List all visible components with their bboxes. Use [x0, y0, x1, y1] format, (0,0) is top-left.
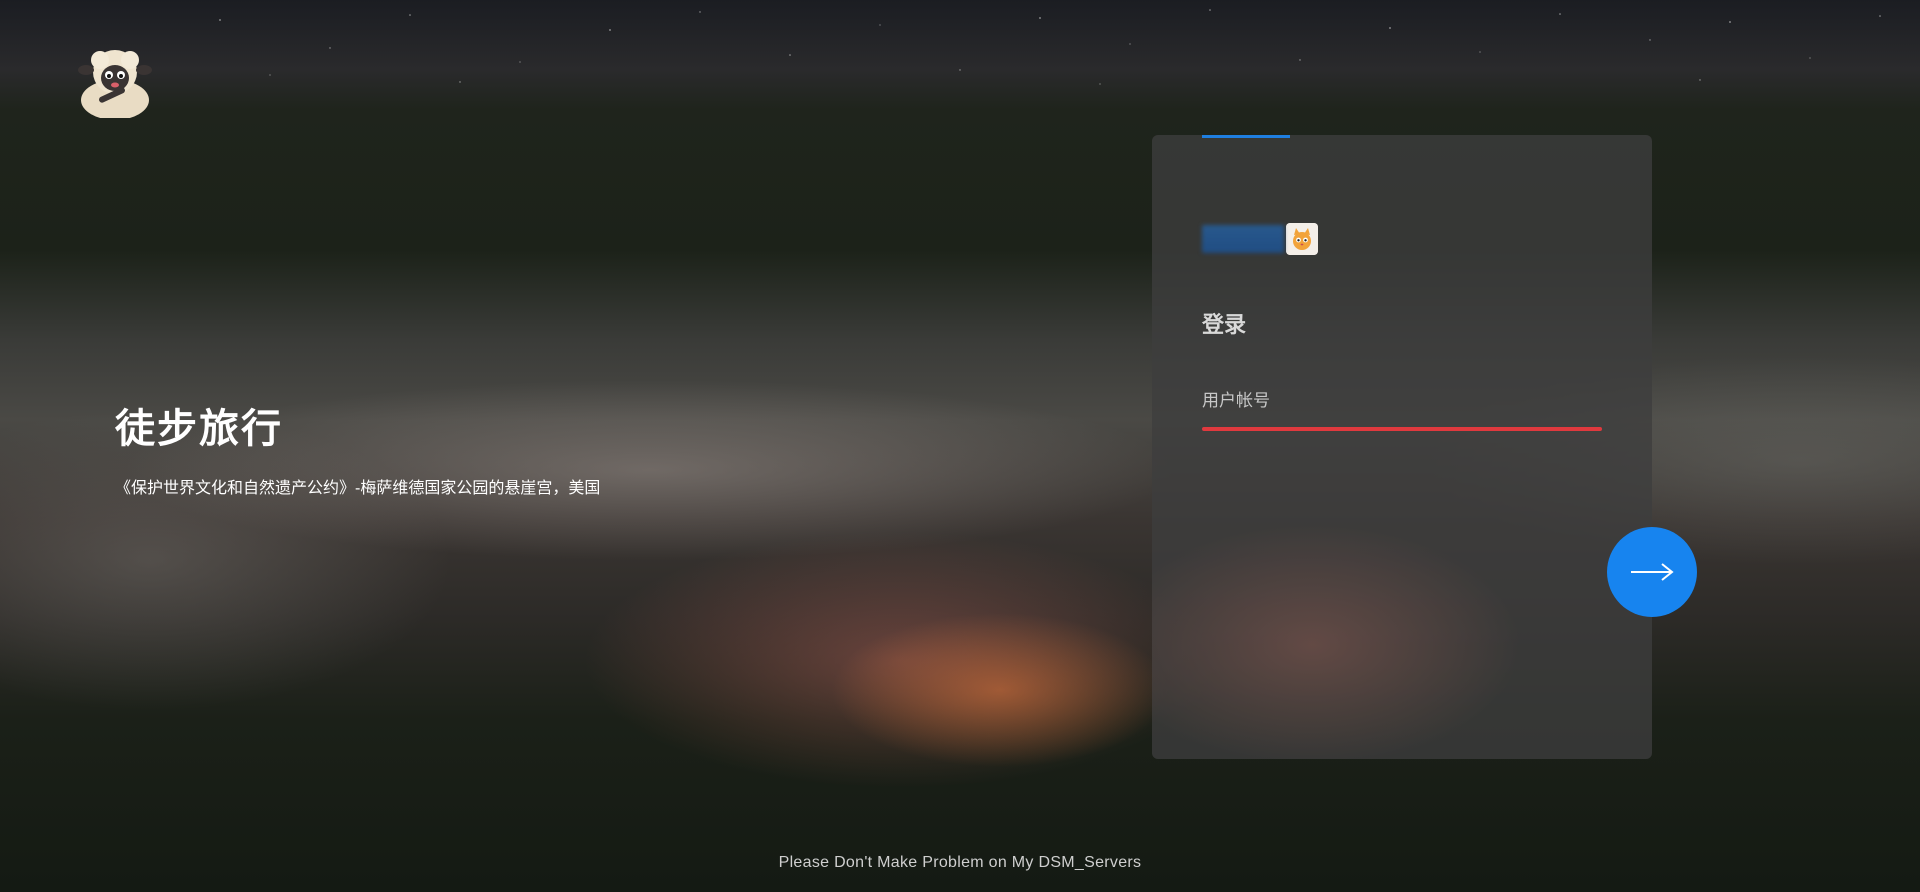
blurred-brand-name: [1202, 225, 1284, 253]
footer-text: Please Don't Make Problem on My DSM_Serv…: [778, 854, 1142, 871]
username-field-underline: [1202, 427, 1602, 431]
hero-title: 徒步旅行: [115, 407, 283, 451]
sheep-mascot-icon: [78, 50, 152, 118]
active-tab-indicator: [1202, 135, 1290, 138]
login-card: 登录: [1152, 135, 1652, 759]
username-input[interactable]: [1202, 375, 1602, 427]
cat-avatar-icon: [1286, 223, 1318, 255]
username-field-wrapper: [1202, 375, 1602, 433]
brand-row: [1202, 223, 1318, 255]
card-background-glow: [1152, 465, 1652, 759]
next-button[interactable]: [1607, 527, 1697, 617]
login-title: 登录: [1202, 312, 1247, 337]
arrow-right-icon: [1631, 563, 1674, 581]
hero-caption: 《保护世界文化和自然遗产公约》-梅萨维德国家公园的悬崖宫，美国: [115, 480, 601, 497]
starry-sky: [219, 9, 1881, 85]
